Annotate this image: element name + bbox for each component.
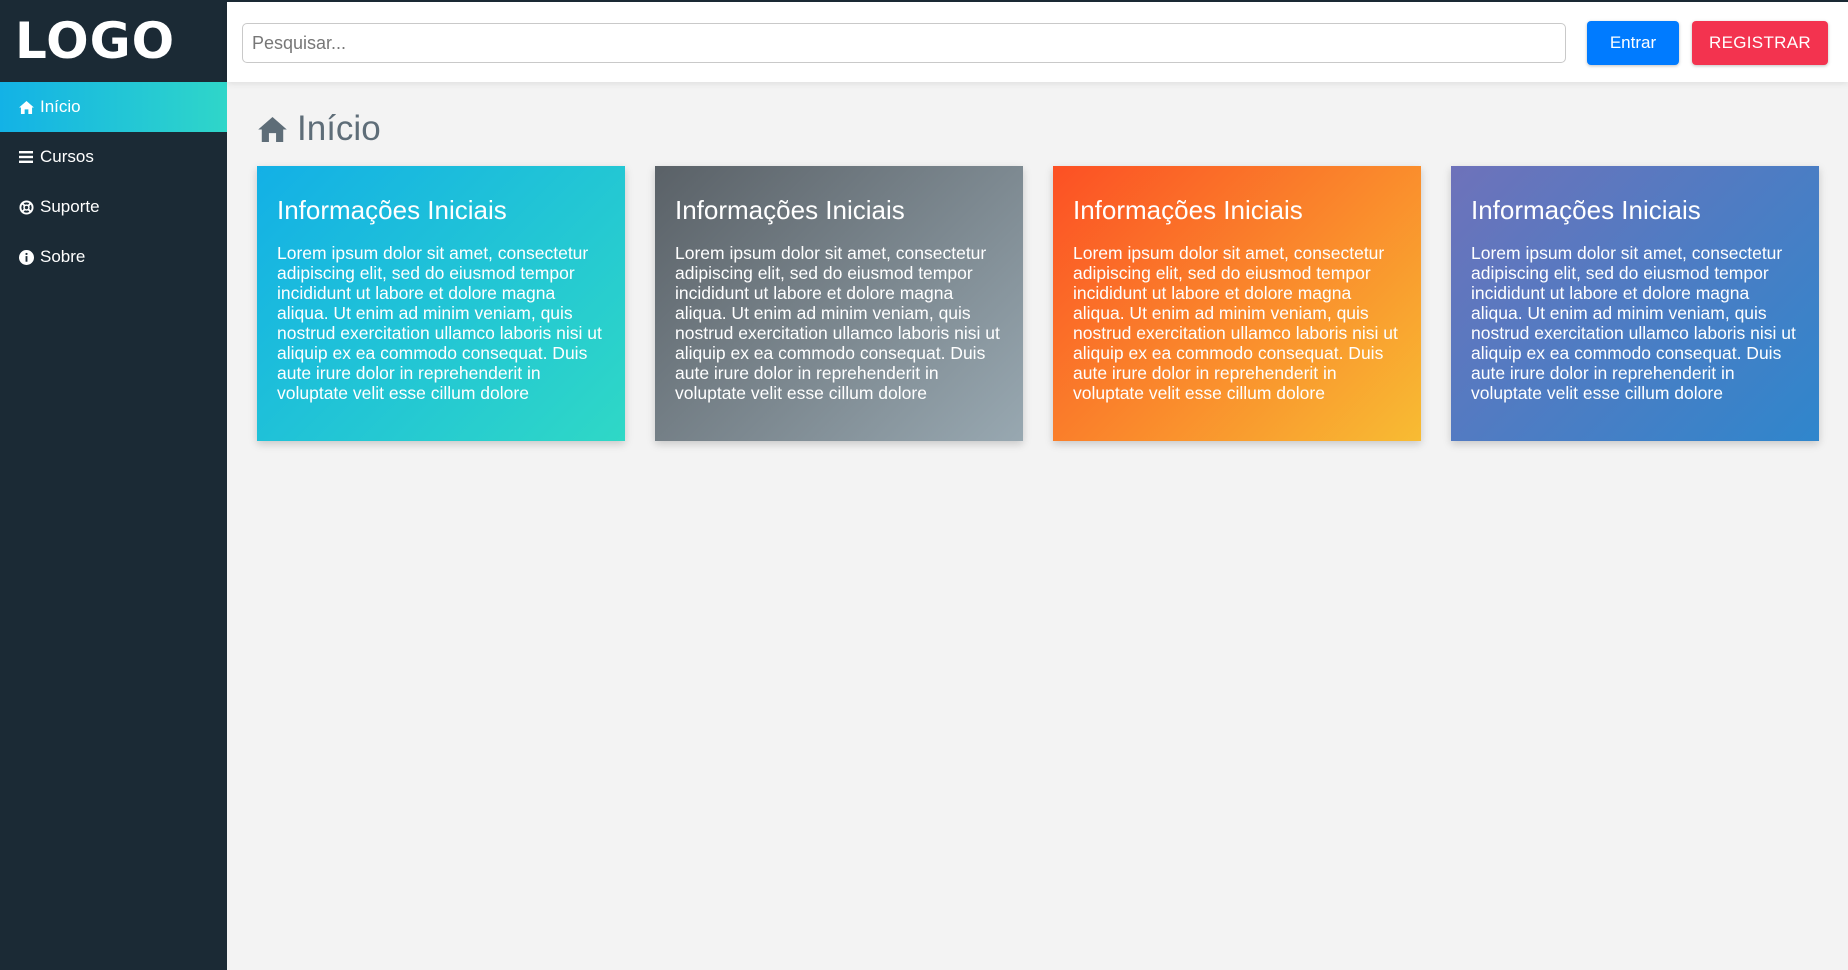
card-title: Informações Iniciais — [277, 195, 507, 225]
sidebar-item-label: Cursos — [40, 147, 94, 166]
sidebar-item-suporte[interactable]: Suporte — [0, 182, 227, 232]
life-ring-icon — [17, 199, 35, 215]
search-input[interactable] — [242, 23, 1566, 63]
home-icon — [17, 99, 35, 115]
info-card: Informações Iniciais Lorem ipsum dolor s… — [1053, 166, 1421, 441]
card-body: Lorem ipsum dolor sit amet, consectetur … — [1073, 242, 1398, 403]
register-button[interactable]: REGISTRAR — [1692, 21, 1828, 65]
sidebar-nav: Início Cursos Suporte Sobre — [0, 82, 227, 282]
card-body: Lorem ipsum dolor sit amet, consectetur … — [277, 242, 602, 403]
logo[interactable]: LOGO — [15, 16, 175, 66]
card-body: Lorem ipsum dolor sit amet, consectetur … — [1471, 242, 1796, 403]
top-bar: Entrar REGISTRAR — [227, 2, 1848, 82]
sidebar-item-cursos[interactable]: Cursos — [0, 132, 227, 182]
info-card: Informações Iniciais Lorem ipsum dolor s… — [655, 166, 1023, 441]
bars-icon — [17, 149, 35, 165]
card-body: Lorem ipsum dolor sit amet, consectetur … — [675, 242, 1000, 403]
info-card: Informações Iniciais Lorem ipsum dolor s… — [1451, 166, 1819, 441]
info-circle-icon — [17, 249, 35, 265]
logo-container[interactable]: LOGO — [0, 0, 227, 82]
info-card: Informações Iniciais Lorem ipsum dolor s… — [257, 166, 625, 441]
home-icon — [258, 116, 287, 142]
card-title: Informações Iniciais — [675, 195, 905, 225]
sidebar-item-label: Início — [40, 97, 81, 116]
sidebar: LOGO Início Cursos Suporte Sobre — [0, 0, 227, 970]
sidebar-item-inicio[interactable]: Início — [0, 82, 227, 132]
page-title: Início — [258, 109, 381, 149]
login-button[interactable]: Entrar — [1587, 21, 1679, 65]
sidebar-item-label: Suporte — [40, 197, 100, 216]
page-title-text: Início — [297, 109, 381, 148]
card-title: Informações Iniciais — [1471, 195, 1701, 225]
sidebar-item-label: Sobre — [40, 247, 86, 266]
card-title: Informações Iniciais — [1073, 195, 1303, 225]
sidebar-item-sobre[interactable]: Sobre — [0, 232, 227, 282]
